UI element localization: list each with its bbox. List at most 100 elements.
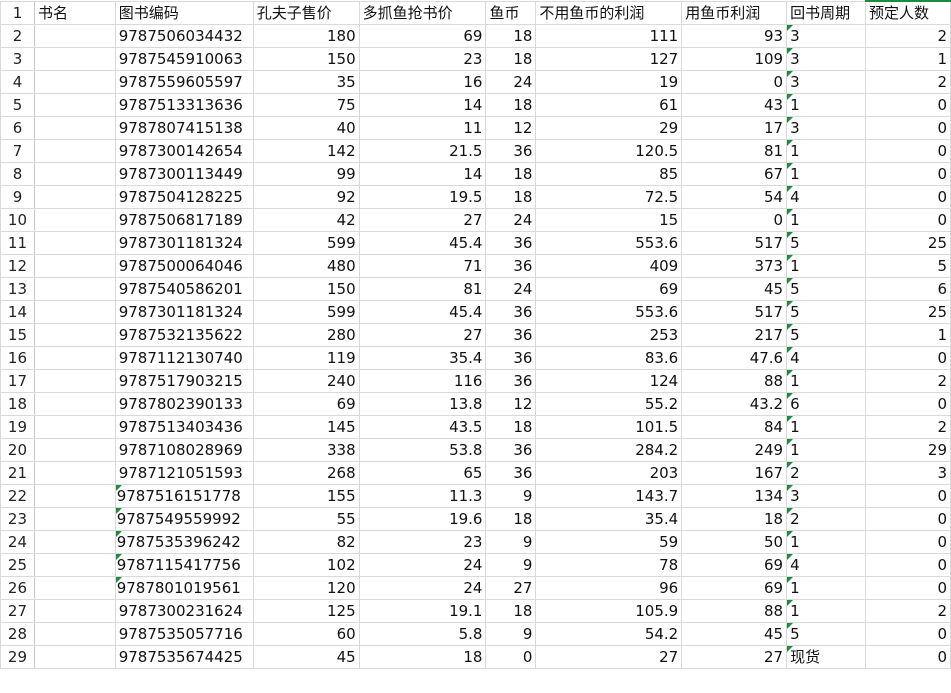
cell-dzy-price[interactable]: 14 [358, 93, 487, 117]
cell-profit-no-coin[interactable]: 553.6 [535, 231, 683, 255]
cell-profit-coin[interactable]: 217 [681, 323, 788, 347]
cell-isbn[interactable]: 9787513403436 [114, 415, 254, 439]
cell-dzy-price[interactable]: 5.8 [358, 622, 487, 646]
cell-profit-no-coin[interactable]: 29 [535, 116, 683, 140]
row-number[interactable]: 8 [0, 162, 35, 186]
header-cell-kfz-price[interactable]: 孔夫子售价 [252, 0, 360, 25]
cell-reservations[interactable]: 2 [865, 369, 951, 393]
cell-kfz-price[interactable]: 119 [252, 346, 360, 370]
cell-return-cycle[interactable]: 2 [786, 461, 867, 485]
cell-fish-coin[interactable]: 18 [485, 93, 537, 117]
cell-fish-coin[interactable]: 24 [485, 277, 537, 301]
cell-kfz-price[interactable]: 142 [252, 139, 360, 163]
row-number[interactable]: 2 [0, 24, 35, 48]
cell-return-cycle[interactable]: 3 [786, 484, 867, 508]
cell-isbn[interactable]: 9787549559992 [114, 507, 254, 531]
cell-return-cycle[interactable]: 现货 [786, 645, 867, 669]
cell-isbn[interactable]: 9787517903215 [114, 369, 254, 393]
row-number[interactable]: 3 [0, 47, 35, 71]
cell-isbn[interactable]: 9787801019561 [114, 576, 254, 600]
cell-return-cycle[interactable]: 2 [786, 507, 867, 531]
cell-reservations[interactable]: 1 [865, 323, 951, 347]
cell-profit-coin[interactable]: 373 [681, 254, 788, 278]
cell-isbn[interactable]: 9787802390133 [114, 392, 254, 416]
cell-dzy-price[interactable]: 53.8 [358, 438, 487, 462]
cell-kfz-price[interactable]: 480 [252, 254, 360, 278]
cell-reservations[interactable]: 0 [865, 645, 951, 669]
cell-profit-coin[interactable]: 54 [681, 185, 788, 209]
cell-profit-coin[interactable]: 17 [681, 116, 788, 140]
cell-isbn[interactable]: 9787513313636 [114, 93, 254, 117]
cell-dzy-price[interactable]: 13.8 [358, 392, 487, 416]
row-number[interactable]: 29 [0, 645, 35, 669]
cell-profit-no-coin[interactable]: 85 [535, 162, 683, 186]
row-number[interactable]: 27 [0, 599, 35, 623]
cell-kfz-price[interactable]: 99 [252, 162, 360, 186]
cell-reservations[interactable]: 0 [865, 392, 951, 416]
cell-dzy-price[interactable]: 27 [358, 323, 487, 347]
cell-isbn[interactable]: 9787506034432 [114, 24, 254, 48]
cell-profit-coin[interactable]: 88 [681, 369, 788, 393]
cell-dzy-price[interactable]: 11 [358, 116, 487, 140]
cell-profit-coin[interactable]: 45 [681, 622, 788, 646]
cell-return-cycle[interactable]: 1 [786, 139, 867, 163]
cell-fish-coin[interactable]: 9 [485, 622, 537, 646]
cell-return-cycle[interactable]: 1 [786, 599, 867, 623]
cell-isbn[interactable]: 9787300231624 [114, 599, 254, 623]
row-number[interactable]: 6 [0, 116, 35, 140]
cell-dzy-price[interactable]: 11.3 [358, 484, 487, 508]
cell-reservations[interactable]: 3 [865, 461, 951, 485]
cell-book-name[interactable] [33, 300, 116, 324]
cell-fish-coin[interactable]: 18 [485, 47, 537, 71]
cell-book-name[interactable] [33, 93, 116, 117]
cell-book-name[interactable] [33, 346, 116, 370]
header-cell-fish-coin[interactable]: 鱼币 [485, 0, 537, 25]
cell-book-name[interactable] [33, 530, 116, 554]
cell-isbn[interactable]: 9787535674425 [114, 645, 254, 669]
row-number[interactable]: 23 [0, 507, 35, 531]
cell-return-cycle[interactable]: 1 [786, 415, 867, 439]
cell-kfz-price[interactable]: 145 [252, 415, 360, 439]
cell-isbn[interactable]: 9787300142654 [114, 139, 254, 163]
cell-dzy-price[interactable]: 69 [358, 24, 487, 48]
cell-profit-coin[interactable]: 43.2 [681, 392, 788, 416]
cell-isbn[interactable]: 9787545910063 [114, 47, 254, 71]
cell-book-name[interactable] [33, 24, 116, 48]
cell-kfz-price[interactable]: 150 [252, 277, 360, 301]
cell-isbn[interactable]: 9787504128225 [114, 185, 254, 209]
cell-fish-coin[interactable]: 9 [485, 553, 537, 577]
cell-profit-coin[interactable]: 45 [681, 277, 788, 301]
cell-return-cycle[interactable]: 5 [786, 277, 867, 301]
cell-kfz-price[interactable]: 338 [252, 438, 360, 462]
row-number[interactable]: 11 [0, 231, 35, 255]
cell-isbn[interactable]: 9787112130740 [114, 346, 254, 370]
cell-dzy-price[interactable]: 19.6 [358, 507, 487, 531]
cell-reservations[interactable]: 2 [865, 599, 951, 623]
cell-profit-coin[interactable]: 69 [681, 576, 788, 600]
cell-return-cycle[interactable]: 3 [786, 24, 867, 48]
cell-book-name[interactable] [33, 392, 116, 416]
cell-return-cycle[interactable]: 5 [786, 300, 867, 324]
cell-return-cycle[interactable]: 6 [786, 392, 867, 416]
cell-isbn[interactable]: 9787115417756 [114, 553, 254, 577]
cell-profit-no-coin[interactable]: 72.5 [535, 185, 683, 209]
row-number[interactable]: 14 [0, 300, 35, 324]
cell-fish-coin[interactable]: 18 [485, 599, 537, 623]
cell-reservations[interactable]: 0 [865, 346, 951, 370]
cell-return-cycle[interactable]: 5 [786, 231, 867, 255]
cell-return-cycle[interactable]: 1 [786, 438, 867, 462]
cell-kfz-price[interactable]: 42 [252, 208, 360, 232]
cell-fish-coin[interactable]: 36 [485, 254, 537, 278]
cell-fish-coin[interactable]: 27 [485, 576, 537, 600]
row-number[interactable]: 25 [0, 553, 35, 577]
cell-book-name[interactable] [33, 254, 116, 278]
cell-profit-coin[interactable]: 0 [681, 208, 788, 232]
cell-return-cycle[interactable]: 3 [786, 70, 867, 94]
cell-profit-coin[interactable]: 67 [681, 162, 788, 186]
cell-reservations[interactable]: 29 [865, 438, 951, 462]
cell-kfz-price[interactable]: 280 [252, 323, 360, 347]
cell-profit-coin[interactable]: 43 [681, 93, 788, 117]
cell-return-cycle[interactable]: 1 [786, 208, 867, 232]
cell-reservations[interactable]: 0 [865, 530, 951, 554]
cell-profit-no-coin[interactable]: 120.5 [535, 139, 683, 163]
